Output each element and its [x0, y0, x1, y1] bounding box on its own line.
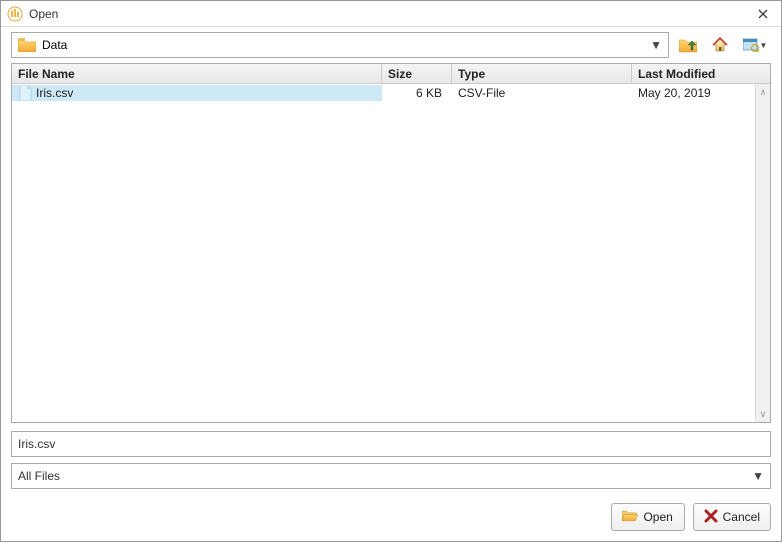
table-body: Iris.csv 6 KB CSV-File May 20, 2019 ∧ ∨ [12, 84, 770, 422]
table-rows: Iris.csv 6 KB CSV-File May 20, 2019 [12, 84, 755, 422]
file-icon [18, 85, 32, 101]
open-button[interactable]: Open [611, 503, 685, 531]
cell-type: CSV-File [452, 86, 632, 100]
open-button-label: Open [643, 510, 672, 524]
home-button[interactable] [707, 32, 733, 58]
button-bar: Open Cancel [1, 497, 781, 541]
chevron-down-icon: ▼ [752, 469, 764, 483]
table-header-row: File Name Size Type Last Modified [12, 64, 770, 84]
file-list-area: File Name Size Type Last Modified Iris.c… [11, 63, 771, 423]
chevron-down-icon: ▼ [760, 41, 768, 50]
titlebar: Open [1, 1, 781, 27]
location-dropdown[interactable]: Data ▼ [11, 32, 669, 58]
filename-text: Iris.csv [36, 86, 73, 100]
filename-input-value: Iris.csv [18, 437, 55, 451]
cancel-x-icon [704, 509, 718, 526]
cancel-button-label: Cancel [723, 510, 760, 524]
location-toolbar: Data ▼ ▼ [1, 27, 781, 63]
column-header-modified[interactable]: Last Modified [632, 64, 770, 83]
view-options-button[interactable]: ▼ [739, 32, 771, 58]
column-header-filename[interactable]: File Name [12, 64, 382, 83]
filetype-filter-dropdown[interactable]: All Files ▼ [11, 463, 771, 489]
up-folder-button[interactable] [675, 32, 701, 58]
folder-open-icon [622, 509, 638, 525]
scroll-up-icon[interactable]: ∧ [756, 84, 771, 100]
cancel-button[interactable]: Cancel [693, 503, 771, 531]
vertical-scrollbar[interactable]: ∧ ∨ [755, 84, 770, 422]
filetype-filter-value: All Files [18, 469, 60, 483]
column-header-size[interactable]: Size [382, 64, 452, 83]
table-row[interactable]: Iris.csv 6 KB CSV-File May 20, 2019 [12, 84, 755, 102]
folder-icon [18, 38, 36, 52]
cell-modified: May 20, 2019 [632, 86, 755, 100]
open-dialog-window: Open Data ▼ [0, 0, 782, 542]
cell-size: 6 KB [382, 86, 452, 100]
window-title: Open [29, 7, 751, 21]
chevron-down-icon: ▼ [650, 38, 662, 52]
close-button[interactable] [751, 2, 775, 26]
location-text: Data [42, 38, 67, 52]
filename-input[interactable]: Iris.csv [11, 431, 771, 457]
scroll-down-icon[interactable]: ∨ [756, 406, 771, 422]
column-header-type[interactable]: Type [452, 64, 632, 83]
cell-filename: Iris.csv [12, 85, 382, 101]
app-icon [7, 6, 23, 22]
